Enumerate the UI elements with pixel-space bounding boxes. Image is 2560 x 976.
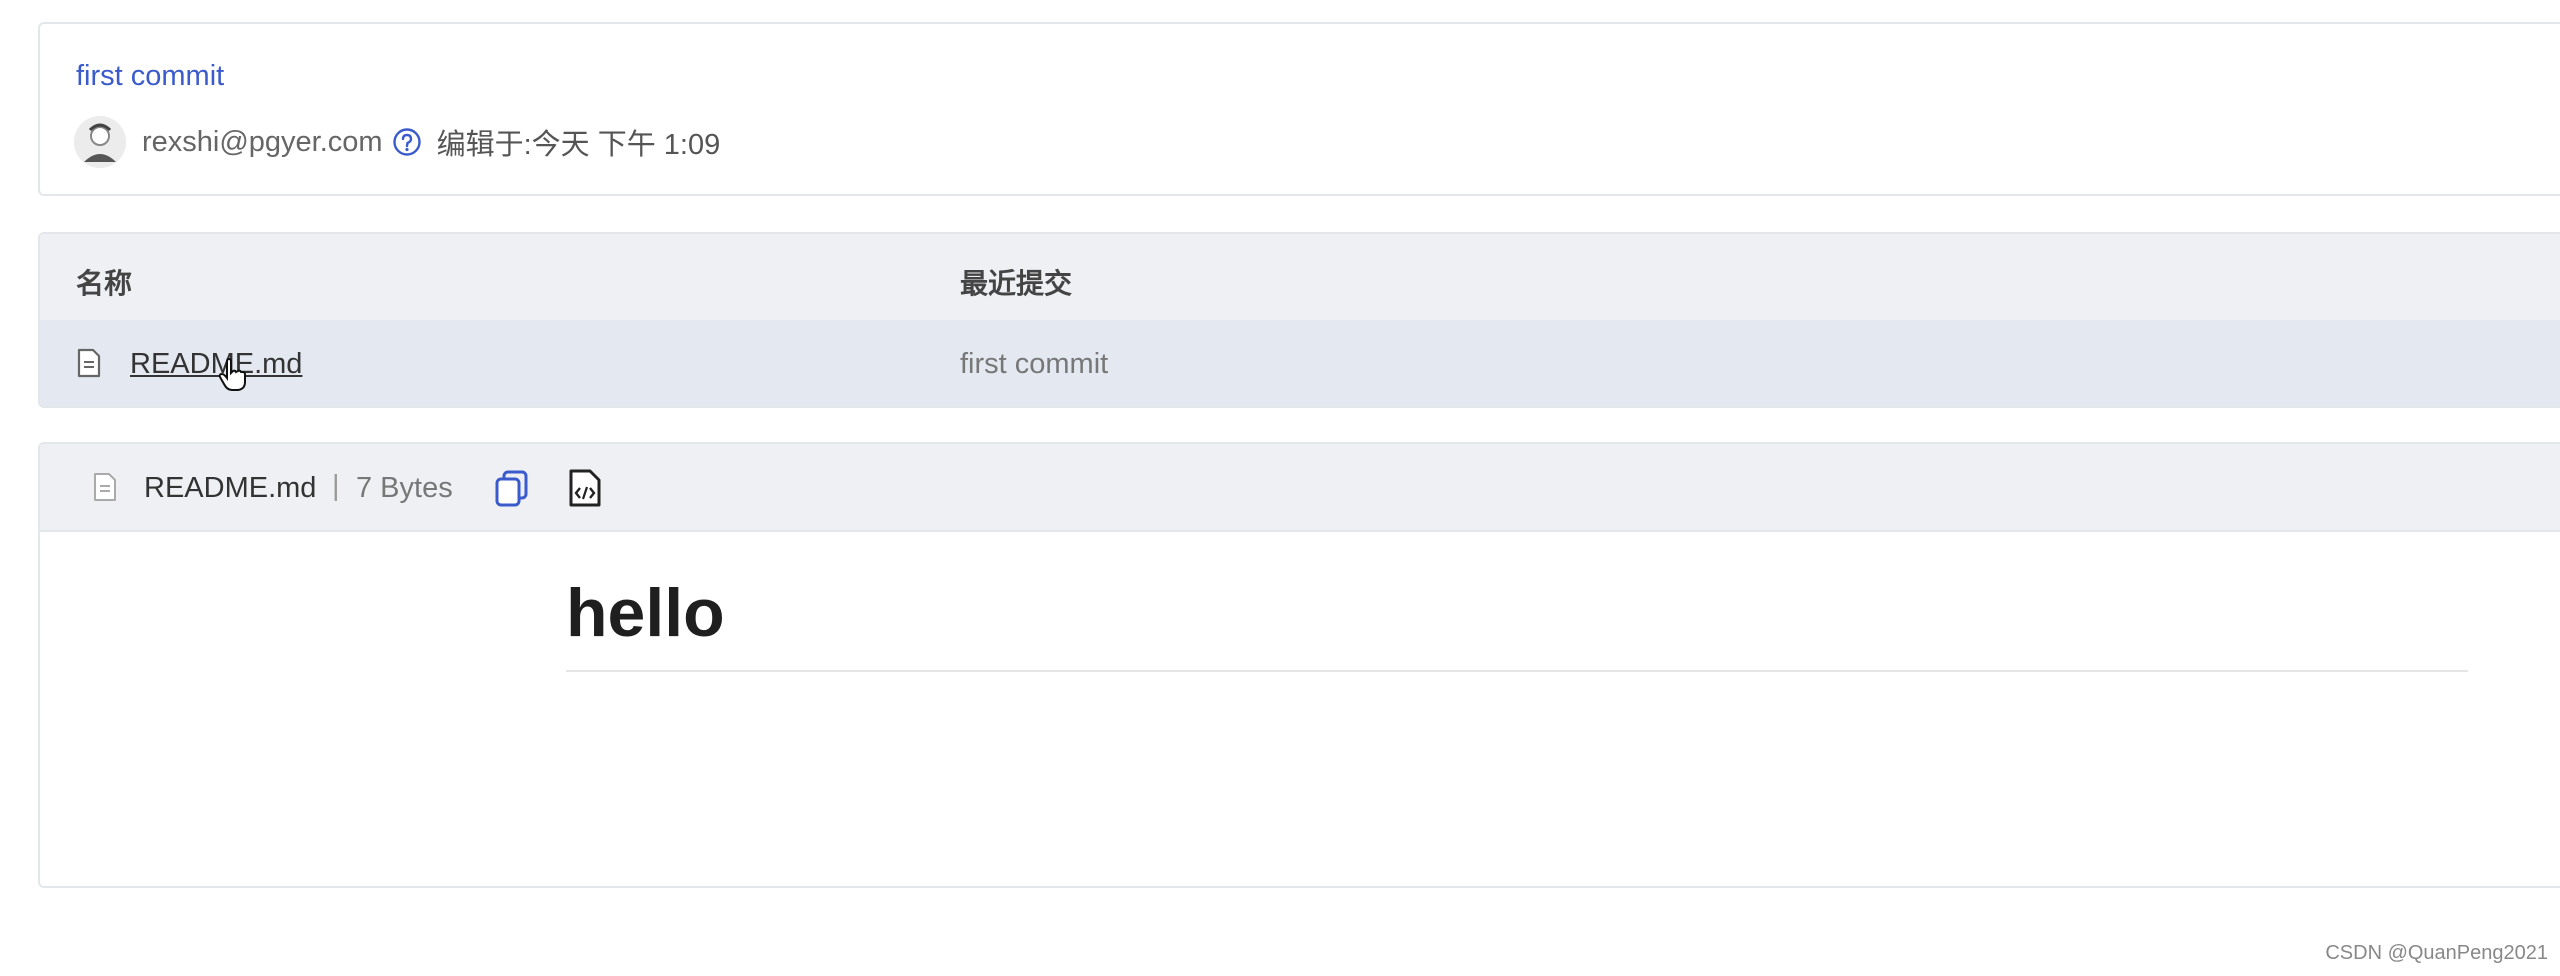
- file-table: 名称 最近提交 README.md first commit: [38, 232, 2560, 408]
- hand-cursor-icon: [218, 357, 248, 400]
- edited-time: 编辑于:今天 下午 1:09: [436, 129, 721, 161]
- table-row[interactable]: README.md first commit: [40, 320, 2560, 406]
- watermark: CSDN @QuanPeng2021: [2325, 942, 2548, 964]
- separator: |: [332, 470, 340, 502]
- file-viewer: README.md | 7 Bytes hello: [38, 442, 2560, 888]
- viewer-file-name: README.md: [144, 472, 317, 504]
- column-header-last-commit: 最近提交: [960, 268, 1073, 299]
- author-email[interactable]: rexshi@pgyer.com: [142, 126, 383, 159]
- copy-icon[interactable]: [492, 468, 532, 513]
- markdown-heading: hello: [566, 574, 2468, 672]
- help-icon[interactable]: [391, 126, 423, 158]
- file-icon: [76, 348, 102, 386]
- column-header-name: 名称: [76, 268, 133, 299]
- commit-title-link[interactable]: first commit: [76, 60, 224, 93]
- row-last-commit[interactable]: first commit: [960, 348, 1108, 381]
- file-viewer-header: README.md | 7 Bytes: [40, 444, 2560, 532]
- file-icon: [92, 472, 118, 507]
- avatar[interactable]: [74, 116, 126, 168]
- file-link-readme[interactable]: README.md: [130, 348, 302, 381]
- commit-meta: rexshi@pgyer.com 编辑于:今天 下午 1:09: [74, 116, 720, 168]
- file-size: 7 Bytes: [356, 472, 453, 504]
- commit-info-card: first commit rexshi@pgyer.com 编辑于:今天 下午 …: [38, 22, 2560, 196]
- table-header: 名称 最近提交: [40, 234, 2560, 320]
- markdown-content: hello: [566, 574, 2468, 672]
- page: first commit rexshi@pgyer.com 编辑于:今天 下午 …: [0, 0, 2560, 976]
- code-file-icon[interactable]: [566, 468, 604, 513]
